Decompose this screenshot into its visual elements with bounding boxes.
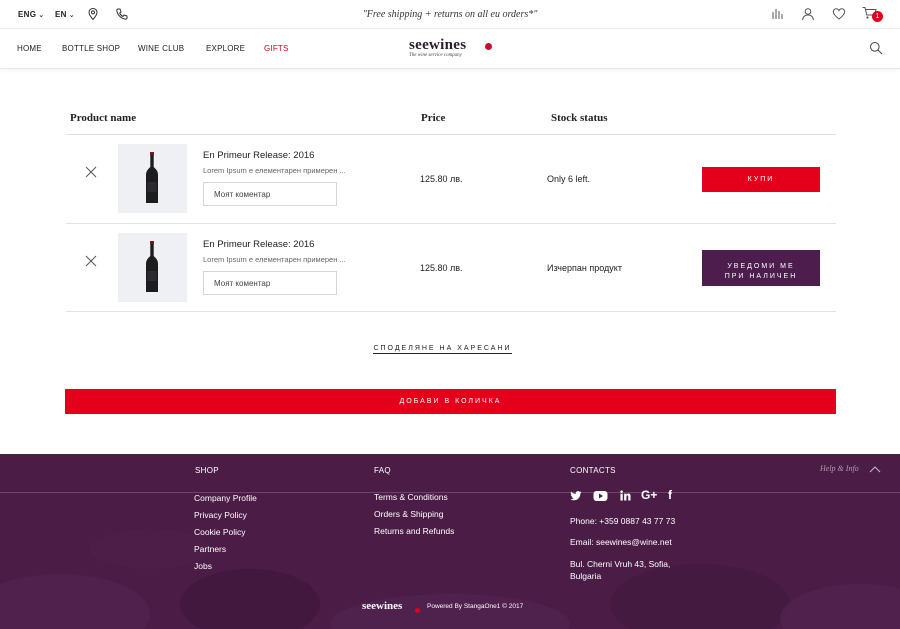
product-name[interactable]: En Primeur Release: 2016 <box>203 239 314 250</box>
twitter-icon[interactable] <box>570 490 582 502</box>
footer: SHOP Company Profile Privacy Policy Cook… <box>0 454 900 629</box>
remove-item-icon[interactable] <box>84 165 98 179</box>
share-wishlist-link[interactable]: СПОДЕЛЯНЕ НА ХАРЕСАНИ <box>0 345 885 354</box>
footer-link[interactable]: Returns and Refunds <box>374 526 454 536</box>
google-plus-icon[interactable]: G+ <box>641 488 657 502</box>
help-info-label: Help & Info <box>820 464 859 473</box>
footer-link[interactable]: Partners <box>194 544 226 554</box>
top-bar: ENG ⌄ EN ⌄ "Free shipping + returns on all… <box>0 0 900 29</box>
product-name[interactable]: En Primeur Release: 2016 <box>203 150 314 161</box>
buy-button[interactable]: КУПИ <box>702 167 820 192</box>
footer-link[interactable]: Terms & Conditions <box>374 492 448 502</box>
footer-email[interactable]: Email: seewines@wine.net <box>570 536 672 548</box>
divider <box>66 311 836 312</box>
nav-item-home[interactable]: HOME <box>17 44 42 53</box>
footer-link[interactable]: Privacy Policy <box>194 510 247 520</box>
nav-item-wine-club[interactable]: WINE CLUB <box>138 44 184 53</box>
column-header-price: Price <box>421 112 446 124</box>
search-icon[interactable] <box>869 41 883 55</box>
footer-divider <box>0 492 900 493</box>
footer-phone: Phone: +359 0887 43 77 73 <box>570 516 676 526</box>
notify-button-line1: УВЕДОМИ МЕ <box>727 263 795 270</box>
heart-icon[interactable] <box>832 7 846 21</box>
powered-by-text: Powered By StangaOne1 © 2017 <box>427 603 524 610</box>
chevron-up-icon[interactable] <box>869 465 881 473</box>
comment-input[interactable] <box>203 271 337 295</box>
wishlist-row: En Primeur Release: 2016 Lorem Ipsum е е… <box>66 135 836 223</box>
share-wishlist-label: СПОДЕЛЯНЕ НА ХАРЕСАНИ <box>373 345 512 354</box>
footer-heading-faq: FAQ <box>374 466 391 475</box>
nav-item-bottle-shop[interactable]: BOTTLE SHOP <box>62 44 120 53</box>
footer-link[interactable]: Company Profile <box>194 493 257 503</box>
help-info-toggle[interactable]: Help & Info <box>820 464 859 473</box>
footer-logo[interactable]: seewines <box>362 600 402 612</box>
stock-status: Изчерпан продукт <box>547 263 622 273</box>
stock-status: Only 6 left. <box>547 174 591 184</box>
youtube-icon[interactable] <box>593 490 608 502</box>
site-logo[interactable]: seewines The wine service company <box>409 37 499 58</box>
wishlist-row: En Primeur Release: 2016 Lorem Ipsum е е… <box>66 224 836 312</box>
notify-when-available-button[interactable]: УВЕДОМИ МЕ ПРИ НАЛИЧЕН <box>702 250 820 286</box>
logo-tagline: The wine service company <box>409 53 462 58</box>
promo-banner: "Free shipping + returns on all eu order… <box>362 9 538 20</box>
cart-count-badge: 1 <box>872 11 883 22</box>
footer-link[interactable]: Jobs <box>194 561 212 571</box>
product-description: Lorem Ipsum е елементарен примерен ... <box>203 255 346 264</box>
notify-button-line2: ПРИ НАЛИЧЕН <box>724 273 798 280</box>
footer-heading-contacts: CONTACTS <box>570 466 616 475</box>
nav-item-explore[interactable]: EXPLORE <box>206 44 245 53</box>
product-price: 125.80 лв. <box>420 263 463 273</box>
footer-link[interactable]: Orders & Shipping <box>374 509 443 519</box>
column-header-stock: Stock status <box>551 112 608 124</box>
compare-icon[interactable] <box>770 7 784 21</box>
cart-button[interactable]: 1 <box>862 6 884 24</box>
wine-bottle-icon <box>146 241 158 292</box>
footer-logo-dot <box>415 608 420 613</box>
facebook-icon[interactable]: f <box>668 488 672 502</box>
add-all-to-cart-button[interactable]: ДОБАВИ В КОЛИЧКА <box>65 389 836 414</box>
footer-address-line1: Bul. Cherni Vruh 43, Sofia, <box>570 559 671 569</box>
wine-bottle-icon <box>146 152 158 203</box>
footer-address-line2: Bulgaria <box>570 571 602 581</box>
product-description: Lorem Ipsum е елементарен примерен ... <box>203 166 346 175</box>
logo-grape-dot <box>485 43 492 50</box>
nav-item-gifts[interactable]: GIFTS <box>264 44 289 53</box>
main-nav: HOME BOTTLE SHOP WINE CLUB EXPLORE GIFTS… <box>0 29 900 69</box>
column-header-product: Product name <box>70 112 137 124</box>
footer-heading-shop: SHOP <box>195 466 219 475</box>
remove-item-icon[interactable] <box>84 254 98 268</box>
footer-link[interactable]: Cookie Policy <box>194 527 246 537</box>
product-thumbnail[interactable] <box>118 144 187 213</box>
product-thumbnail[interactable] <box>118 233 187 302</box>
linkedin-icon[interactable] <box>620 490 631 501</box>
product-price: 125.80 лв. <box>420 174 463 184</box>
comment-input[interactable] <box>203 182 337 206</box>
user-icon[interactable] <box>801 7 815 21</box>
